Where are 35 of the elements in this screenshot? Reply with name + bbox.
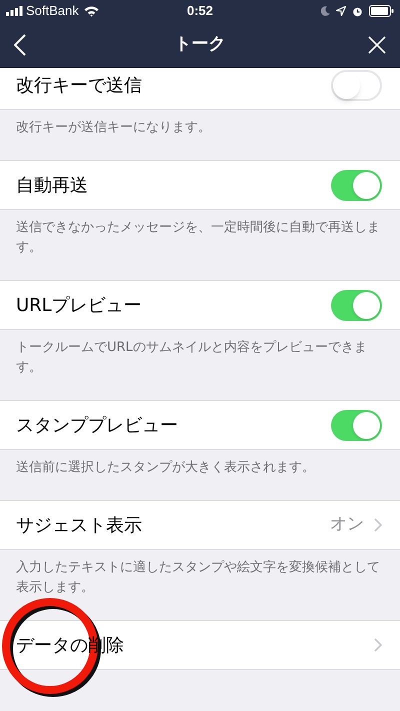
toggle-switch[interactable]: [331, 410, 382, 440]
setting-label: データの削除: [16, 634, 124, 658]
setting-label: スタンププレビュー: [16, 414, 178, 438]
screen-title: トーク: [174, 32, 226, 56]
setting-description: 送信前に選択したスタンプが大きく表示されます。: [16, 459, 316, 477]
settings-row[interactable]: 自動再送: [0, 160, 400, 210]
setting-label: サジェスト表示: [16, 514, 142, 538]
settings-row[interactable]: データの削除: [0, 620, 400, 670]
alarm-clock-icon: [352, 6, 363, 16]
toggle-switch[interactable]: [331, 70, 382, 100]
setting-label: 自動再送: [16, 174, 88, 198]
back-chevron-icon: [14, 34, 26, 56]
close-icon: [368, 36, 386, 54]
setting-description: トークルームでURLのサムネイルと内容をプレビューできます。: [16, 339, 368, 377]
setting-label: 改行キーで送信: [16, 74, 142, 98]
settings-row[interactable]: スタンププレビュー: [0, 400, 400, 450]
location-arrow-icon: [336, 6, 346, 16]
moon-icon: [321, 6, 330, 16]
chevron-right-icon: [374, 638, 382, 652]
settings-row[interactable]: URLプレビュー: [0, 280, 400, 330]
settings-row[interactable]: 改行キーで送信: [0, 68, 400, 110]
setting-value: オン: [330, 513, 364, 536]
carrier-name: SoftBank: [26, 2, 79, 20]
wifi-icon: [84, 6, 99, 16]
toggle-switch[interactable]: [331, 290, 382, 320]
setting-description: 入力したテキストに適したスタンプや絵文字を変換候補として表示します。: [16, 559, 381, 597]
battery-icon: [369, 5, 394, 17]
chevron-right-icon: [374, 518, 382, 532]
setting-description: 改行キーが送信キーになります。: [16, 119, 212, 137]
setting-description: 送信できなかったメッセージを、一定時間後に自動で再送します。: [16, 219, 381, 257]
setting-label: URLプレビュー: [16, 294, 142, 318]
toggle-switch[interactable]: [331, 170, 382, 200]
clock-time: 0:52: [186, 2, 214, 20]
settings-row[interactable]: サジェスト表示 オン: [0, 500, 400, 550]
signal-icon: [6, 6, 23, 16]
